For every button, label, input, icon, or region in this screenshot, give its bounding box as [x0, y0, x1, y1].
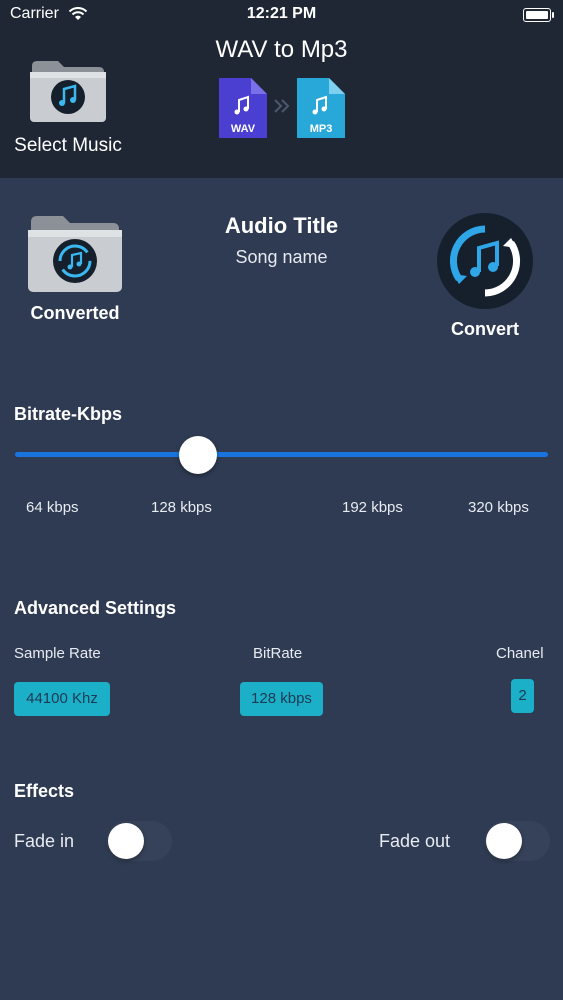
battery-icon [523, 8, 554, 22]
status-bar: Carrier 12:21 PM [0, 0, 563, 28]
bitrate-tick-320: 320 kbps [468, 499, 529, 516]
fade-in-toggle[interactable] [106, 821, 172, 861]
music-folder-icon [30, 61, 106, 122]
select-music-label: Select Music [14, 135, 122, 156]
effects-title: Effects [14, 781, 75, 801]
fade-in-toggle-knob [108, 823, 144, 859]
wav-file-icon: WAV [219, 78, 267, 138]
fade-out-toggle-knob [486, 823, 522, 859]
arrow-right-icon [274, 99, 290, 113]
svg-text:MP3: MP3 [310, 123, 333, 135]
bitrate-setting-label: BitRate [253, 645, 303, 662]
header: Select Music WAV to Mp3 WAV MP3 [0, 28, 563, 178]
sample-rate-chip[interactable]: 44100 Khz [14, 682, 110, 716]
convert-button[interactable]: Convert [430, 212, 540, 340]
bitrate-chip[interactable]: 128 kbps [240, 682, 323, 716]
svg-text:WAV: WAV [231, 123, 256, 135]
mp3-file-icon: MP3 [297, 78, 345, 138]
convert-label: Convert [450, 319, 519, 339]
channel-label: Chanel [496, 645, 544, 662]
bitrate-slider-track[interactable] [15, 452, 548, 457]
app-title: WAV to Mp3 [215, 36, 348, 63]
sample-rate-label: Sample Rate [14, 645, 101, 662]
fade-out-label: Fade out [379, 831, 451, 851]
fade-in-label: Fade in [14, 831, 75, 851]
bitrate-tick-64: 64 kbps [26, 499, 79, 516]
bitrate-tick-128: 128 kbps [151, 499, 212, 516]
channel-chip[interactable]: 2 [511, 679, 534, 713]
select-music-button[interactable]: Select Music [8, 58, 128, 157]
advanced-settings-title: Advanced Settings [14, 598, 177, 618]
fade-out-toggle[interactable] [484, 821, 550, 861]
bitrate-slider-thumb[interactable] [179, 436, 217, 474]
convert-music-icon [437, 213, 533, 309]
status-time: 12:21 PM [246, 5, 317, 22]
bitrate-title: Bitrate-Kbps [14, 404, 123, 424]
bitrate-tick-192: 192 kbps [342, 499, 403, 516]
converted-label: Converted [30, 303, 120, 323]
